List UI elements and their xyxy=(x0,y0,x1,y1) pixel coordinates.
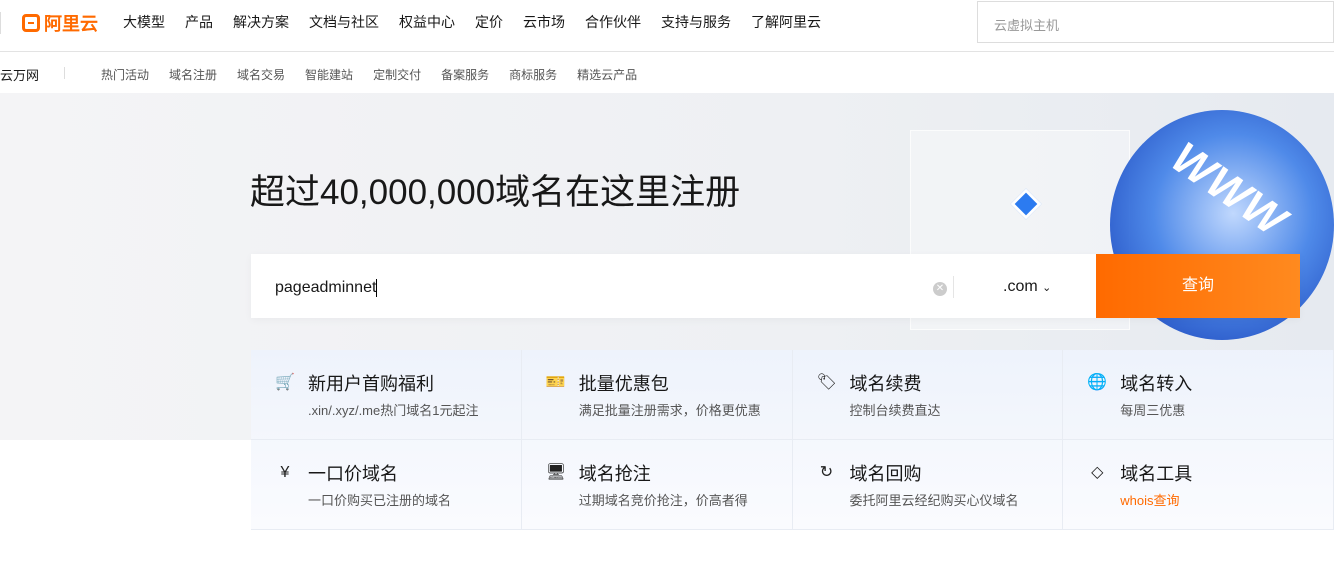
feature-card[interactable]: 🛒 新用户首购福利 .xin/.xyz/.me热门域名1元起注 xyxy=(251,350,522,440)
card-title: 域名回购 xyxy=(849,464,922,484)
subnav-item[interactable]: 热门活动 xyxy=(101,66,149,83)
subnav-brand[interactable]: 云万网 xyxy=(0,65,39,84)
divider xyxy=(64,67,65,79)
buyback-icon: ↻ xyxy=(819,464,834,481)
card-desc[interactable]: whois查询 xyxy=(1120,490,1179,509)
card-desc: 过期域名竞价抢注，价高者得 xyxy=(578,493,748,508)
card-desc: 每周三优惠 xyxy=(1120,403,1186,418)
domain-input-value: pageadminnet xyxy=(275,279,377,297)
feature-card[interactable]: 🌐 域名转入每周三优惠 xyxy=(1063,350,1334,440)
logo-text: 阿里云 xyxy=(44,14,98,34)
card-title: 批量优惠包 xyxy=(578,374,669,394)
price-tag-icon: ¥ xyxy=(280,464,290,481)
chevron-down-icon: ⌄ xyxy=(1042,282,1052,294)
subnav-item[interactable]: 精选云产品 xyxy=(577,66,637,83)
aliyun-logo[interactable]: 阿里云 xyxy=(22,10,98,36)
nav-item[interactable]: 文档与社区 xyxy=(309,12,379,32)
tool-icon: ◇ xyxy=(1091,464,1104,481)
card-title: 域名工具 xyxy=(1120,464,1193,484)
tld-select[interactable]: .com ⌄ xyxy=(1003,278,1051,296)
nav-item[interactable]: 合作伙伴 xyxy=(585,12,641,32)
subnav-item[interactable]: 域名注册 xyxy=(169,66,217,83)
nav-item[interactable]: 支持与服务 xyxy=(661,12,731,32)
globe-hand-icon: 🌐 xyxy=(1087,374,1108,391)
search-input[interactable]: 云虚拟主机 xyxy=(977,1,1334,43)
subnav-item[interactable]: 智能建站 xyxy=(305,66,353,83)
nav-item[interactable]: 产品 xyxy=(185,12,213,32)
card-desc: 委托阿里云经纪购买心仪域名 xyxy=(849,493,1019,508)
card-title: 一口价域名 xyxy=(308,464,398,484)
nav-item[interactable]: 云市场 xyxy=(523,12,565,32)
hero-title: 超过40,000,000域名在这里注册 xyxy=(250,173,741,212)
logo-icon xyxy=(22,14,40,32)
card-desc: .xin/.xyz/.me热门域名1元起注 xyxy=(308,403,479,418)
card-title: 域名抢注 xyxy=(578,464,651,484)
subnav-items: 热门活动 域名注册 域名交易 智能建站 定制交付 备案服务 商标服务 精选云产品 xyxy=(101,66,637,83)
www-monitor-icon: 🖥 xyxy=(545,464,567,481)
nav-item[interactable]: 了解阿里云 xyxy=(751,12,821,32)
card-title: 域名转入 xyxy=(1120,374,1193,394)
card-desc: 控制台续费直达 xyxy=(849,403,941,418)
clear-icon[interactable]: ✕ xyxy=(933,282,947,296)
text-caret xyxy=(376,279,378,297)
subnav-item[interactable]: 商标服务 xyxy=(509,66,557,83)
divider xyxy=(0,12,1,34)
top-navbar: 阿里云 大模型 产品 解决方案 文档与社区 权益中心 定价 云市场 合作伙伴 支持与服务 了解阿里… xyxy=(0,0,1334,52)
package-icon: 🎫 xyxy=(545,374,566,391)
tag-icon: 🏷 xyxy=(816,374,837,391)
feature-card[interactable]: ◇ 域名工具 whois查询 xyxy=(1063,440,1334,530)
sub-navbar: 云万网 热门活动 域名注册 域名交易 智能建站 定制交付 备案服务 商标服务 精选云产品 xyxy=(0,53,1334,93)
feature-card[interactable]: 🏷 域名续费控制台续费直达 xyxy=(792,350,1064,440)
feature-card[interactable]: 🖥 域名抢注过期域名竞价抢注，价高者得 xyxy=(521,440,793,530)
nav-item[interactable]: 大模型 xyxy=(123,12,165,32)
card-desc: 满足批量注册需求，价格更优惠 xyxy=(578,403,761,418)
card-desc: 一口价购买已注册的域名 xyxy=(308,493,452,508)
feature-card[interactable]: ↻ 域名回购委托阿里云经纪购买心仪域名 xyxy=(792,440,1064,530)
card-title: 域名续费 xyxy=(849,374,922,394)
feature-card[interactable]: 🎫 批量优惠包满足批量注册需求，价格更优惠 xyxy=(521,350,793,440)
feature-card[interactable]: ¥ 一口价域名一口价购买已注册的域名 xyxy=(251,440,522,530)
subnav-item[interactable]: 定制交付 xyxy=(373,66,421,83)
feature-cards: 🛒 新用户首购福利 .xin/.xyz/.me热门域名1元起注 🎫 批量优惠包满足批量注… xyxy=(251,350,1334,530)
subnav-item[interactable]: 域名交易 xyxy=(237,66,285,83)
domain-input[interactable]: pageadminnet xyxy=(275,279,378,297)
divider xyxy=(953,276,954,298)
card-title: 新用户首购福利 xyxy=(308,374,434,394)
nav-item[interactable]: 定价 xyxy=(475,12,503,32)
nav-item[interactable]: 解决方案 xyxy=(233,12,289,32)
search-button[interactable]: 查询 xyxy=(1096,254,1300,318)
subnav-item[interactable]: 备案服务 xyxy=(441,66,489,83)
nav-item[interactable]: 权益中心 xyxy=(399,12,455,32)
domain-search-box: pageadminnet ✕ .com ⌄ 查询 xyxy=(251,254,1300,318)
tld-value: .com xyxy=(1003,278,1038,295)
cart-icon: 🛒 xyxy=(275,374,295,391)
main-nav: 大模型 产品 解决方案 文档与社区 权益中心 定价 云市场 合作伙伴 支持与服务 了解阿里云 xyxy=(123,12,821,32)
